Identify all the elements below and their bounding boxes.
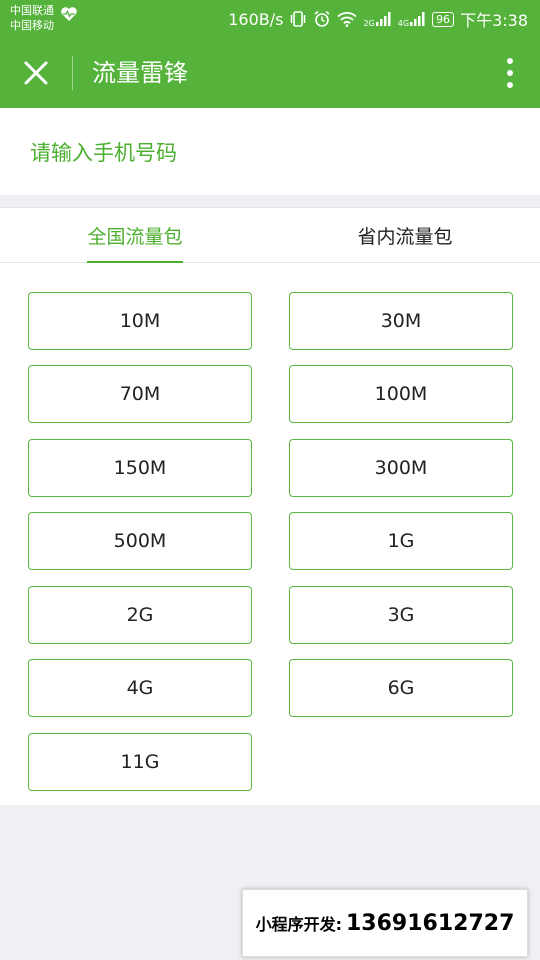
package-option-3g[interactable]: 3G <box>289 586 513 644</box>
signal-icon-2: 4G <box>398 10 426 28</box>
package-option-10m[interactable]: 10M <box>28 292 252 350</box>
package-option-100m[interactable]: 100M <box>289 365 513 423</box>
package-option-4g[interactable]: 4G <box>28 659 252 717</box>
tab-provincial-label: 省内流量包 <box>357 225 453 248</box>
status-right: 160B/s 2G 4G 96 下午3:38 <box>228 0 528 38</box>
tab-national-label: 全国流量包 <box>87 208 183 263</box>
contact-watermark: 小程序开发: 13691612727 <box>242 889 528 957</box>
package-option-150m[interactable]: 150M <box>28 439 252 497</box>
tab-national[interactable]: 全国流量包 <box>0 208 270 263</box>
more-vertical-icon <box>507 58 513 88</box>
heart-rate-icon <box>61 7 77 21</box>
tab-provincial[interactable]: 省内流量包 <box>270 208 540 262</box>
carrier-2: 中国移动 <box>10 19 54 32</box>
package-option-70m[interactable]: 70M <box>28 365 252 423</box>
package-option-6g[interactable]: 6G <box>289 659 513 717</box>
carrier-1: 中国联通 <box>10 4 54 17</box>
package-option-30m[interactable]: 30M <box>289 292 513 350</box>
net-type-1: 2G <box>363 19 375 28</box>
clock: 下午3:38 <box>460 11 528 30</box>
alarm-icon <box>313 10 331 28</box>
package-option-500m[interactable]: 500M <box>28 512 252 570</box>
package-option-300m[interactable]: 300M <box>289 439 513 497</box>
vibrate-icon <box>289 10 307 28</box>
phone-section <box>0 108 540 195</box>
package-option-11g[interactable]: 11G <box>28 733 252 791</box>
net-type-2: 4G <box>397 19 410 28</box>
close-button[interactable] <box>18 55 54 91</box>
page-title: 流量雷锋 <box>92 59 188 87</box>
phone-input[interactable] <box>28 130 512 176</box>
watermark-phone: 13691612727 <box>346 910 515 936</box>
battery-icon: 96 <box>432 11 455 27</box>
signal-icon-1: 2G <box>363 10 391 28</box>
package-tabs: 全国流量包 省内流量包 <box>0 207 540 263</box>
carrier-info: 中国联通 中国移动 <box>10 3 54 33</box>
package-option-2g[interactable]: 2G <box>28 586 252 644</box>
package-option-1g[interactable]: 1G <box>289 512 513 570</box>
net-speed: 160B/s <box>228 9 284 29</box>
package-grid: 10M 30M 70M 100M 150M 300M 500M 1G 2G 3G… <box>0 263 540 805</box>
more-menu-button[interactable] <box>498 55 522 91</box>
status-bar: 中国联通 中国移动 160B/s 2G 4G 96 下午3:38 <box>0 0 540 38</box>
nav-bar: 流量雷锋 <box>0 38 540 108</box>
battery-level: 96 <box>436 12 451 26</box>
close-icon <box>24 61 48 85</box>
nav-divider <box>72 56 73 90</box>
wifi-icon <box>337 11 358 27</box>
watermark-label: 小程序开发: <box>255 915 342 934</box>
screen: 中国联通 中国移动 160B/s 2G 4G 96 下午3:38 流量雷锋 请输… <box>0 0 540 960</box>
